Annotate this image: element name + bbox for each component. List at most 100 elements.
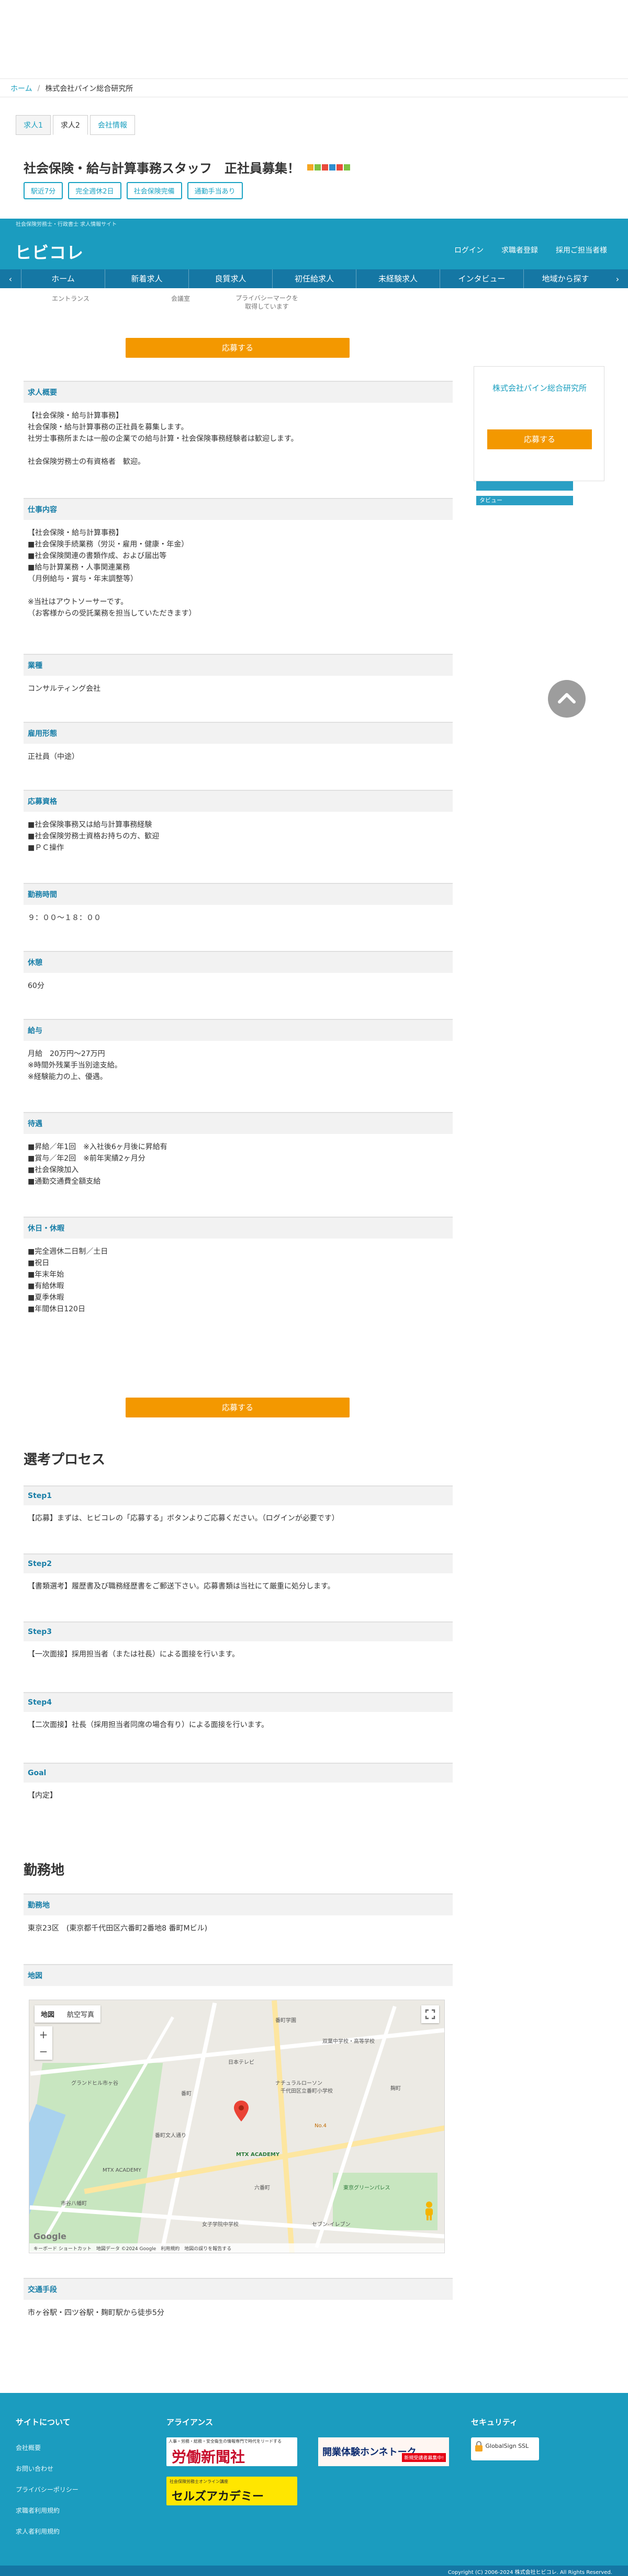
map-zoom-controls: + −: [35, 2026, 52, 2060]
header-links: ログイン 求職者登録 採用ご担当者様: [454, 245, 607, 255]
footer-link-contact[interactable]: お問い合わせ: [16, 2465, 53, 2472]
google-map[interactable]: 番町学園 双葉中学校・高等学校 日本テレビ MTX ACADEMY 番町 グラン…: [29, 2000, 445, 2253]
employer-link[interactable]: 採用ご担当者様: [556, 245, 607, 255]
location-map-heading: 地図: [24, 1964, 453, 1986]
map-label: グランドヒル市ヶ谷: [71, 2081, 118, 2086]
feature-icon: [322, 164, 328, 171]
map-label: No.4: [315, 2123, 327, 2129]
footer-link-company[interactable]: 会社概要: [16, 2444, 41, 2452]
photo-caption: 会議室: [171, 295, 190, 302]
map-type-controls: 地図 航空写真: [35, 2005, 101, 2023]
apply-button-bottom[interactable]: 応募する: [126, 1398, 350, 1417]
process-step: Step3 【一次面接】採用担当者（または社長）による面接を行います。: [24, 1621, 453, 1667]
nav-item-interview[interactable]: インタビュー: [440, 269, 523, 288]
page-title: 社会保険・給与計算事務スタッフ 正社員募集！: [24, 161, 300, 176]
site-logo[interactable]: ヒビコレ: [15, 240, 84, 264]
section-body: ■完全週休二日制／土日 ■祝日 ■年末年始 ■有給休暇 ■夏季休暇 ■年間休日1…: [28, 1247, 108, 1313]
sidebar-apply-button[interactable]: 応募する: [487, 429, 592, 449]
footer-security-title: セキュリティ: [471, 2418, 518, 2427]
process-step: Step2 【書類選考】履歴書及び職務経歴書をご郵送下さい。応募書類は当社にて厳…: [24, 1553, 453, 1599]
site-footer: サイトについて 会社概要 お問い合わせ プライバシーポリシー 求職者利用規約 求…: [0, 2393, 628, 2566]
nav-next-icon[interactable]: ›: [607, 274, 628, 284]
section-industry: 業種 コンサルティング会社: [24, 654, 453, 702]
section-requirements: 応募資格 ■社会保険事務又は給与計算事務経験 ■社会保険労務士資格お持ちの方、歓…: [24, 790, 453, 861]
step-heading: Step2: [24, 1553, 453, 1573]
address-text: 東京23区 (東京都千代田区六番町2番地8 番町Mビル): [28, 1924, 208, 1933]
footer-link-privacy[interactable]: プライバシーポリシー: [16, 2486, 78, 2493]
register-link[interactable]: 求職者登録: [501, 245, 538, 255]
map-type-map-button[interactable]: 地図: [35, 2005, 61, 2023]
footer-alliance-title: アライアンス: [166, 2418, 214, 2427]
fullscreen-button[interactable]: [421, 2005, 439, 2023]
zoom-out-button[interactable]: −: [35, 2043, 52, 2060]
section-heading: 給与: [24, 1019, 453, 1041]
map-road: [30, 2028, 444, 2076]
breadcrumb-separator: /: [37, 84, 40, 93]
job-tag: 完全週休2日: [68, 182, 121, 199]
process-step: Step1 【応募】まずは、ヒビコレの「応募する」ボタンよりご応募ください。（ロ…: [24, 1485, 453, 1531]
map-road: [160, 2002, 217, 2252]
ad-kaigyo-taiken[interactable]: 開業体験ホンネトーク 新規受講者募集中!: [318, 2437, 449, 2466]
section-benefits: 待遇 ■昇給／年1回 ※入社後6ヶ月後に昇給有 ■賞与／年2回 ※前年実績2ヶ月…: [24, 1112, 453, 1195]
nav-item-new[interactable]: 新着求人: [105, 269, 188, 288]
step-body: 【書類選考】履歴書及び職務経歴書をご郵送下さい。応募書類は当社にて厳重に処分しま…: [28, 1582, 335, 1591]
nav-item-home[interactable]: ホーム: [21, 269, 105, 288]
section-heading: 雇用形態: [24, 722, 453, 744]
section-duties: 仕事内容 【社会保険・給与計算事務】 ■社会保険手続業務（労災・雇用・健康・年金…: [24, 498, 453, 627]
breadcrumb-home-link[interactable]: ホーム: [10, 83, 32, 94]
section-body: ■社会保険事務又は給与計算事務経験 ■社会保険労務士資格お持ちの方、歓迎 ■ＰＣ…: [28, 821, 160, 852]
apply-button-top[interactable]: 応募する: [126, 338, 350, 358]
map-label: 日本テレビ: [228, 2060, 254, 2066]
step-heading: Step3: [24, 1621, 453, 1641]
ad-title: セルズアカデミー: [172, 2490, 264, 2503]
breadcrumb: ホーム / 株式会社パイン総合研究所: [10, 83, 133, 94]
section-working-hours: 勤務時間 ９：００〜１８：００: [24, 883, 453, 931]
section-heading: 仕事内容: [24, 498, 453, 520]
nav-item-salary[interactable]: 初任給求人: [272, 269, 356, 288]
login-link[interactable]: ログイン: [454, 245, 484, 255]
section-heading: 勤務時間: [24, 883, 453, 905]
zoom-in-button[interactable]: +: [35, 2026, 52, 2043]
map-type-satellite-button[interactable]: 航空写真: [61, 2005, 101, 2023]
footer-link-seeker-terms[interactable]: 求職者利用規約: [16, 2507, 60, 2514]
footer-about-title: サイトについて: [16, 2418, 71, 2427]
tab-job1[interactable]: 求人1: [16, 115, 51, 135]
street-view-pegman-icon[interactable]: [421, 2200, 437, 2221]
sidebar-banner[interactable]: [476, 481, 573, 491]
section-body: ■昇給／年1回 ※入社後6ヶ月後に昇給有 ■賞与／年2回 ※前年実績2ヶ月分 ■…: [28, 1143, 167, 1186]
chevron-up-icon: [558, 693, 576, 703]
google-logo: Google: [33, 2231, 66, 2241]
footer-link-employer-terms[interactable]: 求人者利用規約: [16, 2528, 60, 2535]
ad-rodo-shinbunsha[interactable]: 人事・労務・総務・安全衛生の情報専門で時代をリードする 労働新聞社: [166, 2437, 297, 2466]
back-to-top-button[interactable]: [548, 680, 586, 718]
map-label: 麹町: [390, 2086, 401, 2092]
nav-item-region[interactable]: 地域から探す: [523, 269, 607, 288]
section-overview: 求人概要 【社会保険・給与計算事務】 社会保険・給与計算事務の正社員を募集します…: [24, 381, 453, 475]
nav-prev-icon[interactable]: ‹: [0, 274, 21, 284]
ssl-seal[interactable]: GlobalSign SSL: [471, 2437, 539, 2460]
step-heading: Goal: [24, 1763, 453, 1783]
nav-item-inexperienced[interactable]: 未経験求人: [356, 269, 440, 288]
map-attribution: キーボード ショートカット 地図データ ©2024 Google 利用規約 地図…: [29, 2243, 444, 2253]
ad-cells-academy[interactable]: 社会保険労務士オンライン講座 セルズアカデミー: [166, 2477, 297, 2505]
map-label: MTX ACADEMY: [103, 2168, 142, 2173]
sidebar-company-link[interactable]: 株式会社パイン総合研究所: [474, 382, 605, 393]
tab-job2[interactable]: 求人2: [52, 115, 88, 135]
feature-icons: [307, 164, 350, 171]
breadcrumb-bar: ホーム / 株式会社パイン総合研究所: [0, 78, 628, 97]
step-heading: Step4: [24, 1692, 453, 1712]
sidebar-interview-banner[interactable]: タビュー: [476, 496, 573, 505]
section-body: 【社会保険・給与計算事務】 社会保険・給与計算事務の正社員を募集します。 社労士…: [28, 412, 298, 466]
job-title-row: 社会保険・給与計算事務スタッフ 正社員募集！: [24, 158, 350, 176]
section-body: 60分: [28, 982, 44, 990]
location-pin-icon[interactable]: [234, 2101, 249, 2121]
feature-icon: [329, 164, 335, 171]
nav-item-quality[interactable]: 良質求人: [188, 269, 272, 288]
tab-company-info[interactable]: 会社情報: [89, 115, 135, 135]
photo-caption: エントランス: [52, 295, 89, 302]
map-label: 千代田区立番町小学校: [281, 2089, 333, 2094]
section-heading: 地図: [24, 1964, 453, 1986]
map-main-road: [272, 2000, 295, 2253]
section-heading: 交通手段: [24, 2278, 453, 2300]
map-label: 番町文人通り: [155, 2133, 186, 2139]
